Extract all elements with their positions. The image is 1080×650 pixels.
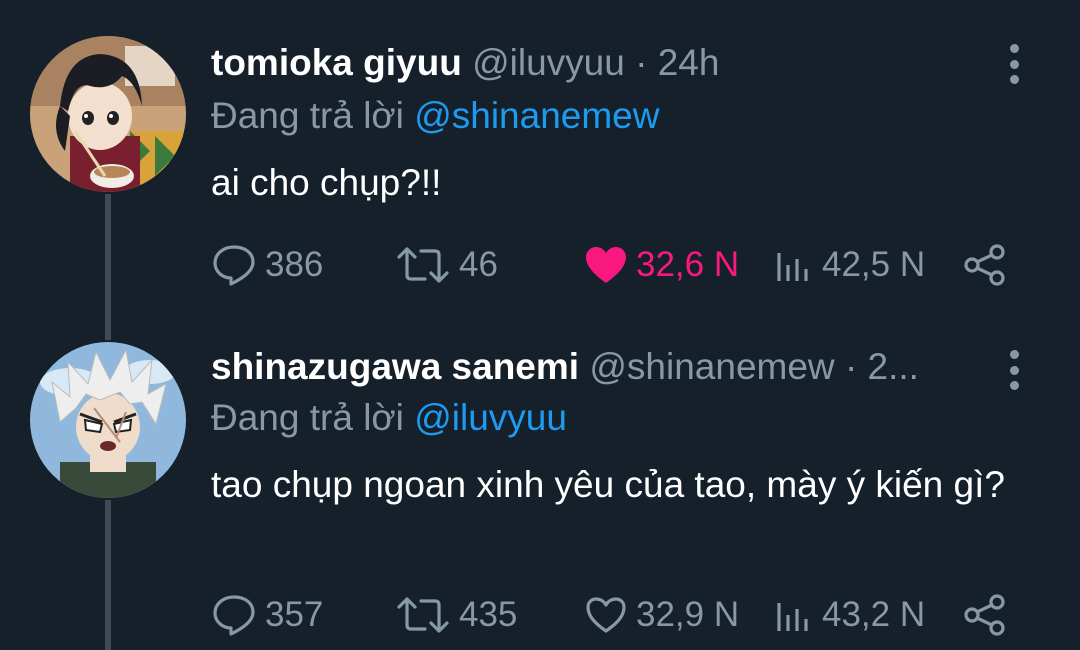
retweet-count: 46 — [459, 245, 498, 284]
thread-connector — [105, 194, 111, 340]
reply-context: Đang trả lời @iluvyuu — [211, 397, 567, 439]
retweet-button[interactable]: 435 — [395, 590, 517, 640]
reply-prefix: Đang trả lời — [211, 95, 404, 136]
tweet-actions: 386 46 32,6 N 42,5 N — [211, 240, 1041, 290]
share-icon — [964, 244, 1005, 286]
reply-prefix: Đang trả lời — [211, 397, 404, 438]
reply-thread: tomioka giyuu @iluvyuu · 24h Đang trả lờ… — [0, 0, 1080, 650]
views-count: 42,5 N — [822, 245, 926, 284]
display-name[interactable]: shinazugawa sanemi — [211, 346, 579, 387]
tweet-header: shinazugawa sanemi @shinanemew · 2... — [211, 346, 1000, 388]
reply-icon — [213, 595, 255, 636]
timestamp[interactable]: 2... — [868, 346, 919, 387]
views-button[interactable]: 43,2 N — [774, 590, 925, 640]
share-button[interactable] — [963, 240, 1015, 290]
retweet-icon — [397, 247, 449, 283]
like-button[interactable]: 32,9 N — [584, 590, 739, 640]
retweet-count: 435 — [459, 595, 518, 634]
separator-dot: · — [844, 346, 858, 387]
share-button[interactable] — [963, 590, 1015, 640]
reply-icon — [213, 245, 255, 286]
more-options-icon[interactable] — [1000, 350, 1028, 390]
views-count: 43,2 N — [822, 595, 926, 634]
thread-connector — [105, 500, 111, 650]
tweet[interactable]: shinazugawa sanemi @shinanemew · 2... Đa… — [0, 340, 1080, 650]
reply-count: 357 — [265, 595, 324, 634]
more-options-icon[interactable] — [1000, 44, 1028, 84]
views-icon — [777, 253, 808, 281]
heart-filled-icon — [586, 247, 626, 283]
heart-outline-icon — [586, 597, 626, 633]
retweet-button[interactable]: 46 — [395, 240, 498, 290]
user-handle[interactable]: @iluvyuu — [472, 42, 625, 83]
avatar[interactable] — [30, 36, 186, 192]
like-count: 32,6 N — [636, 245, 740, 284]
views-button[interactable]: 42,5 N — [774, 240, 925, 290]
reply-button[interactable]: 386 — [211, 240, 323, 290]
timestamp[interactable]: 24h — [658, 42, 720, 83]
display-name[interactable]: tomioka giyuu — [211, 42, 462, 83]
like-count: 32,9 N — [636, 595, 740, 634]
retweet-icon — [397, 597, 449, 633]
reply-count: 386 — [265, 245, 324, 284]
reply-mention[interactable]: @shinanemew — [414, 95, 659, 136]
tweet[interactable]: tomioka giyuu @iluvyuu · 24h Đang trả lờ… — [0, 0, 1080, 340]
tweet-header: tomioka giyuu @iluvyuu · 24h — [211, 42, 1000, 84]
avatar[interactable] — [30, 342, 186, 498]
tweet-actions: 357 435 32,9 N 43,2 N — [211, 590, 1041, 640]
separator-dot: · — [635, 42, 648, 83]
user-handle[interactable]: @shinanemew — [589, 346, 834, 387]
views-icon — [777, 603, 808, 631]
reply-context: Đang trả lời @shinanemew — [211, 95, 659, 137]
tweet-text: ai cho chụp?!! — [211, 162, 442, 203]
tweet-text: tao chụp ngoan xinh yêu của tao, mày ý k… — [211, 464, 1005, 505]
like-button[interactable]: 32,6 N — [584, 240, 739, 290]
share-icon — [964, 594, 1005, 636]
reply-mention[interactable]: @iluvyuu — [414, 397, 567, 438]
reply-button[interactable]: 357 — [211, 590, 323, 640]
